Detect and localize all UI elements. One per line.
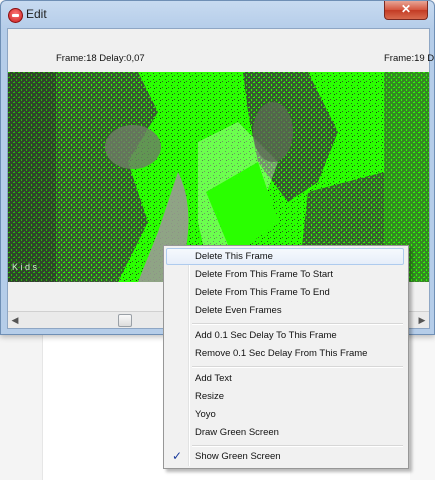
menu-item-add-delay[interactable]: Add 0.1 Sec Delay To This Frame — [166, 327, 404, 344]
menu-item-label: Yoyo — [195, 409, 216, 420]
checkmark-icon: ✓ — [172, 449, 183, 463]
close-button[interactable]: ✕ — [384, 1, 428, 20]
menu-item-resize[interactable]: Resize — [166, 388, 404, 405]
menu-item-delete-this-frame[interactable]: Delete This Frame — [166, 248, 404, 265]
menu-item-show-green-screen[interactable]: ✓ Show Green Screen — [166, 448, 404, 465]
menu-item-label: Add Text — [195, 373, 232, 384]
scroll-left-arrow-icon[interactable]: ◀ — [8, 312, 22, 328]
frame-watermark: K i d s — [12, 262, 38, 272]
menu-item-label: Draw Green Screen — [195, 427, 279, 438]
menu-item-remove-delay[interactable]: Remove 0.1 Sec Delay From This Frame — [166, 345, 404, 362]
menu-item-label: Show Green Screen — [195, 451, 281, 462]
scrollbar-thumb[interactable] — [118, 314, 132, 327]
menu-item-delete-to-end[interactable]: Delete From This Frame To End — [166, 284, 404, 301]
menu-item-label: Delete Even Frames — [195, 305, 282, 316]
menu-item-label: Add 0.1 Sec Delay To This Frame — [195, 330, 337, 341]
menu-item-add-text[interactable]: Add Text — [166, 370, 404, 387]
frame-label: Frame:18 Delay:0,07 — [56, 53, 145, 64]
menu-separator — [192, 323, 403, 325]
menu-item-delete-to-start[interactable]: Delete From This Frame To Start — [166, 266, 404, 283]
menu-separator — [192, 445, 403, 447]
background-page-panel — [0, 335, 43, 480]
menu-item-label: Delete This Frame — [195, 251, 273, 262]
frame-label: Frame:19 D — [384, 53, 435, 64]
menu-item-label: Delete From This Frame To Start — [195, 269, 333, 280]
menu-item-delete-even-frames[interactable]: Delete Even Frames — [166, 302, 404, 319]
scroll-right-arrow-icon[interactable]: ▶ — [415, 312, 429, 328]
menu-item-label: Resize — [195, 391, 225, 402]
menu-separator — [192, 366, 403, 368]
background-page-panel-right — [410, 335, 435, 480]
menu-item-yoyo[interactable]: Yoyo — [166, 406, 404, 423]
context-menu: Delete This Frame Delete From This Frame… — [163, 245, 409, 469]
app-icon — [8, 8, 23, 23]
window-title: Edit — [26, 7, 47, 21]
menu-item-label: Remove 0.1 Sec Delay From This Frame — [195, 348, 368, 359]
title-bar[interactable]: Edit ✕ — [1, 1, 434, 29]
menu-item-draw-green-screen[interactable]: Draw Green Screen — [166, 424, 404, 441]
menu-item-label: Delete From This Frame To End — [195, 287, 330, 298]
